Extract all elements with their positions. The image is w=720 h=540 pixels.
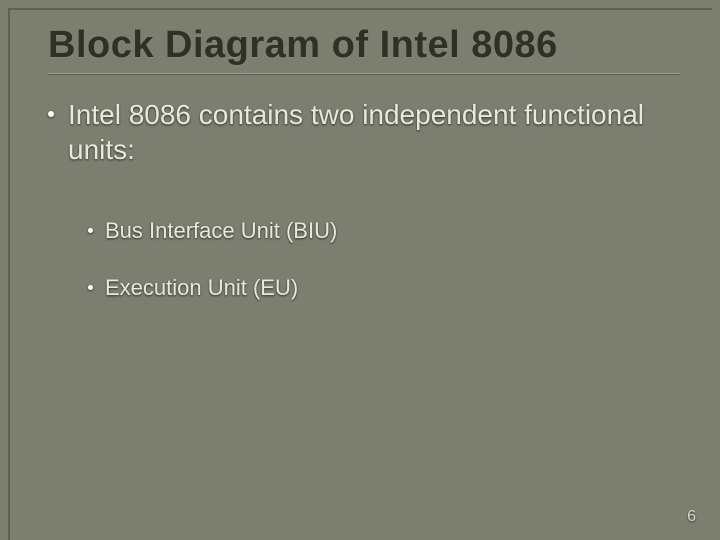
title-underline — [48, 73, 680, 75]
bullet-dot-icon — [88, 228, 93, 233]
bullet-dot-icon — [88, 285, 93, 290]
sub-bullet-text: Execution Unit (EU) — [105, 274, 298, 303]
sub-bullet-list: Bus Interface Unit (BIU) Execution Unit … — [48, 217, 680, 302]
slide-content: Block Diagram of Intel 8086 Intel 8086 c… — [0, 0, 720, 540]
page-number: 6 — [687, 508, 696, 526]
slide-title: Block Diagram of Intel 8086 — [48, 24, 680, 67]
bullet-dot-icon — [48, 111, 54, 117]
sub-bullet-text: Bus Interface Unit (BIU) — [105, 217, 337, 246]
sub-bullet: Execution Unit (EU) — [88, 274, 680, 303]
main-bullet-text: Intel 8086 contains two independent func… — [68, 97, 680, 167]
main-bullet: Intel 8086 contains two independent func… — [48, 97, 680, 167]
sub-bullet: Bus Interface Unit (BIU) — [88, 217, 680, 246]
